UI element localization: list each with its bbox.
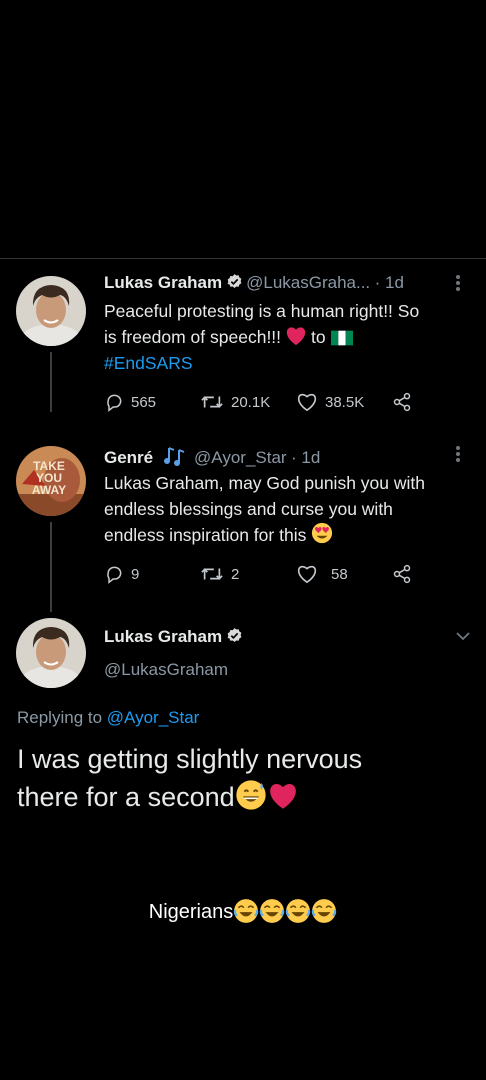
tweet2-like-button[interactable]: 58 [296, 564, 348, 584]
sweat-smile-emoji [235, 780, 266, 810]
more-icon[interactable] [455, 444, 461, 464]
tweet1-text-line2a: is freedom of speech!!! [104, 327, 282, 347]
tweet1-text-line2: is freedom of speech!!! to [104, 324, 474, 350]
tweet2-header: Genré @Ayor_Star · 1d [104, 446, 320, 468]
avatar-lukas-graham[interactable] [16, 276, 86, 346]
thread-line [50, 522, 52, 612]
joy-emoji [312, 899, 337, 923]
tweet1-reply-button[interactable]: 565 [104, 392, 156, 412]
tweet1-like-button[interactable]: 38.5K [296, 392, 364, 412]
nigeria-flag [330, 330, 353, 346]
tweet3-author-name[interactable]: Lukas Graham [104, 627, 222, 646]
tweet2-text-line: endless blessings and curse you with [104, 499, 393, 519]
like-icon [298, 393, 316, 412]
tweet2-handle[interactable]: @Ayor_Star [194, 448, 287, 467]
tweet1-text-line2b: to [311, 327, 326, 347]
tweet2-retweet-count: 2 [231, 565, 240, 583]
share-icon [393, 392, 411, 412]
tweet1-share-button[interactable] [392, 392, 412, 412]
tweet2-share-button[interactable] [392, 564, 412, 584]
tweet2-text-line: Lukas Graham, may God punish you with [104, 473, 425, 493]
tweet3-text: I was getting slightly nervous there for… [17, 740, 477, 816]
tweet1-text: Peaceful protesting is a human right!! S… [104, 298, 474, 376]
replying-to-handle[interactable]: @Ayor_Star [107, 708, 200, 727]
tweet3-text-line2: there for a second [17, 782, 235, 812]
tweet3-author: Lukas Graham [104, 627, 246, 647]
thread-line [50, 352, 52, 412]
tweet1-retweet-count: 20.1K [231, 393, 271, 411]
tweet1-text-line1: Peaceful protesting is a human right!! S… [104, 301, 420, 321]
heart-emoji [286, 327, 306, 346]
verified-icon [227, 628, 242, 642]
tweet2-reply-count: 9 [131, 565, 140, 583]
caption-text: Nigerians [148, 901, 234, 923]
chevron-down-icon[interactable] [455, 630, 471, 642]
tweet3-text-line1: I was getting slightly nervous [17, 744, 363, 774]
reply-icon [107, 566, 122, 584]
replying-to: Replying to @Ayor_Star [17, 708, 199, 728]
avatar-lukas-graham[interactable] [16, 618, 86, 688]
tweet1-hashtag[interactable]: #EndSARS [104, 350, 474, 376]
tweet1-handle[interactable]: @LukasGraha... [246, 273, 370, 292]
heart-emoji [269, 783, 296, 809]
tweet1-retweet-button[interactable]: 20.1K [200, 392, 270, 412]
tweet2-like-count: 58 [331, 565, 348, 583]
genre-avatar-text: TAKE YOU AWAY [26, 460, 72, 496]
tweet2-time: · 1d [291, 448, 321, 467]
replying-to-prefix: Replying to [17, 708, 103, 727]
tweet2-author-name[interactable]: Genré [104, 448, 153, 467]
tweet1-reply-count: 565 [131, 393, 157, 411]
tweet1-time: · 1d [374, 273, 404, 292]
share-icon [393, 564, 411, 584]
joy-emoji [260, 899, 285, 923]
joy-emoji [286, 899, 311, 923]
screen: { "tweet1": { "name": "Lukas Graham", "h… [0, 0, 486, 1080]
top-divider [0, 258, 486, 259]
tweet2-text-line-last: endless inspiration for this [104, 522, 474, 548]
tweet2-retweet-button[interactable]: 2 [200, 564, 239, 584]
avatar-genre[interactable]: TAKE YOU AWAY [16, 446, 86, 516]
like-icon [298, 565, 316, 584]
caption: Nigerians [0, 898, 486, 924]
tweet1-like-count: 38.5K [325, 393, 365, 411]
tweet3-text-line2-wrap: there for a second [17, 778, 477, 816]
tweet1-header: Lukas Graham @LukasGraha... · 1d [104, 273, 404, 293]
music-notes [163, 447, 184, 466]
more-icon[interactable] [455, 273, 461, 293]
tweet1-author-name[interactable]: Lukas Graham [104, 273, 222, 292]
retweet-icon [201, 568, 223, 580]
avatar-text-line: AWAY [31, 483, 67, 497]
tweet2-text-line: endless inspiration for this [104, 525, 307, 545]
tweet3-handle[interactable]: @LukasGraham [104, 660, 228, 680]
heart-eyes-emoji [312, 522, 333, 544]
retweet-icon [201, 396, 223, 408]
tweet2-reply-button[interactable]: 9 [104, 564, 139, 584]
reply-icon [107, 394, 122, 412]
tweet2-text: Lukas Graham, may God punish you with en… [104, 470, 474, 548]
verified-icon [227, 274, 242, 288]
joy-emoji [234, 899, 259, 923]
